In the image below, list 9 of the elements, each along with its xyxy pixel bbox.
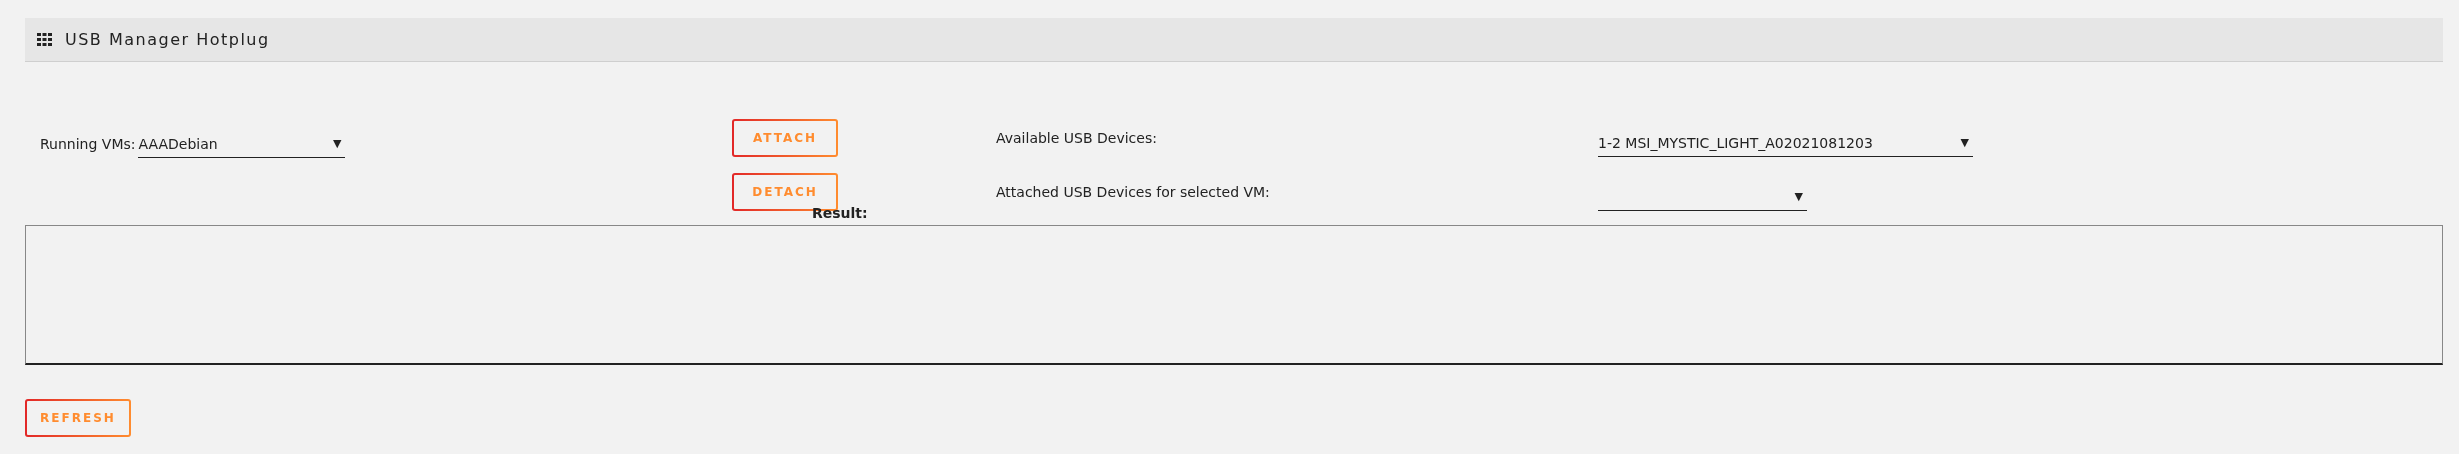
usb-device-dropdown[interactable]: 1-2 MSI_MYSTIC_LIGHT_A02021081203 ▼: [1598, 129, 1973, 157]
field-label: Attached USB Devices for selected VM:: [996, 184, 1271, 200]
field-label: Available USB Devices:: [996, 130, 1158, 146]
attached-device-dropdown[interactable]: ▼: [1598, 183, 1807, 211]
field-label: Running VMs:: [40, 136, 136, 152]
result-box[interactable]: [25, 225, 2443, 365]
grid-icon: [37, 33, 52, 46]
panel-title: USB Manager Hotplug: [65, 30, 270, 49]
vm-dropdown[interactable]: AAADebian ▼: [138, 130, 346, 158]
